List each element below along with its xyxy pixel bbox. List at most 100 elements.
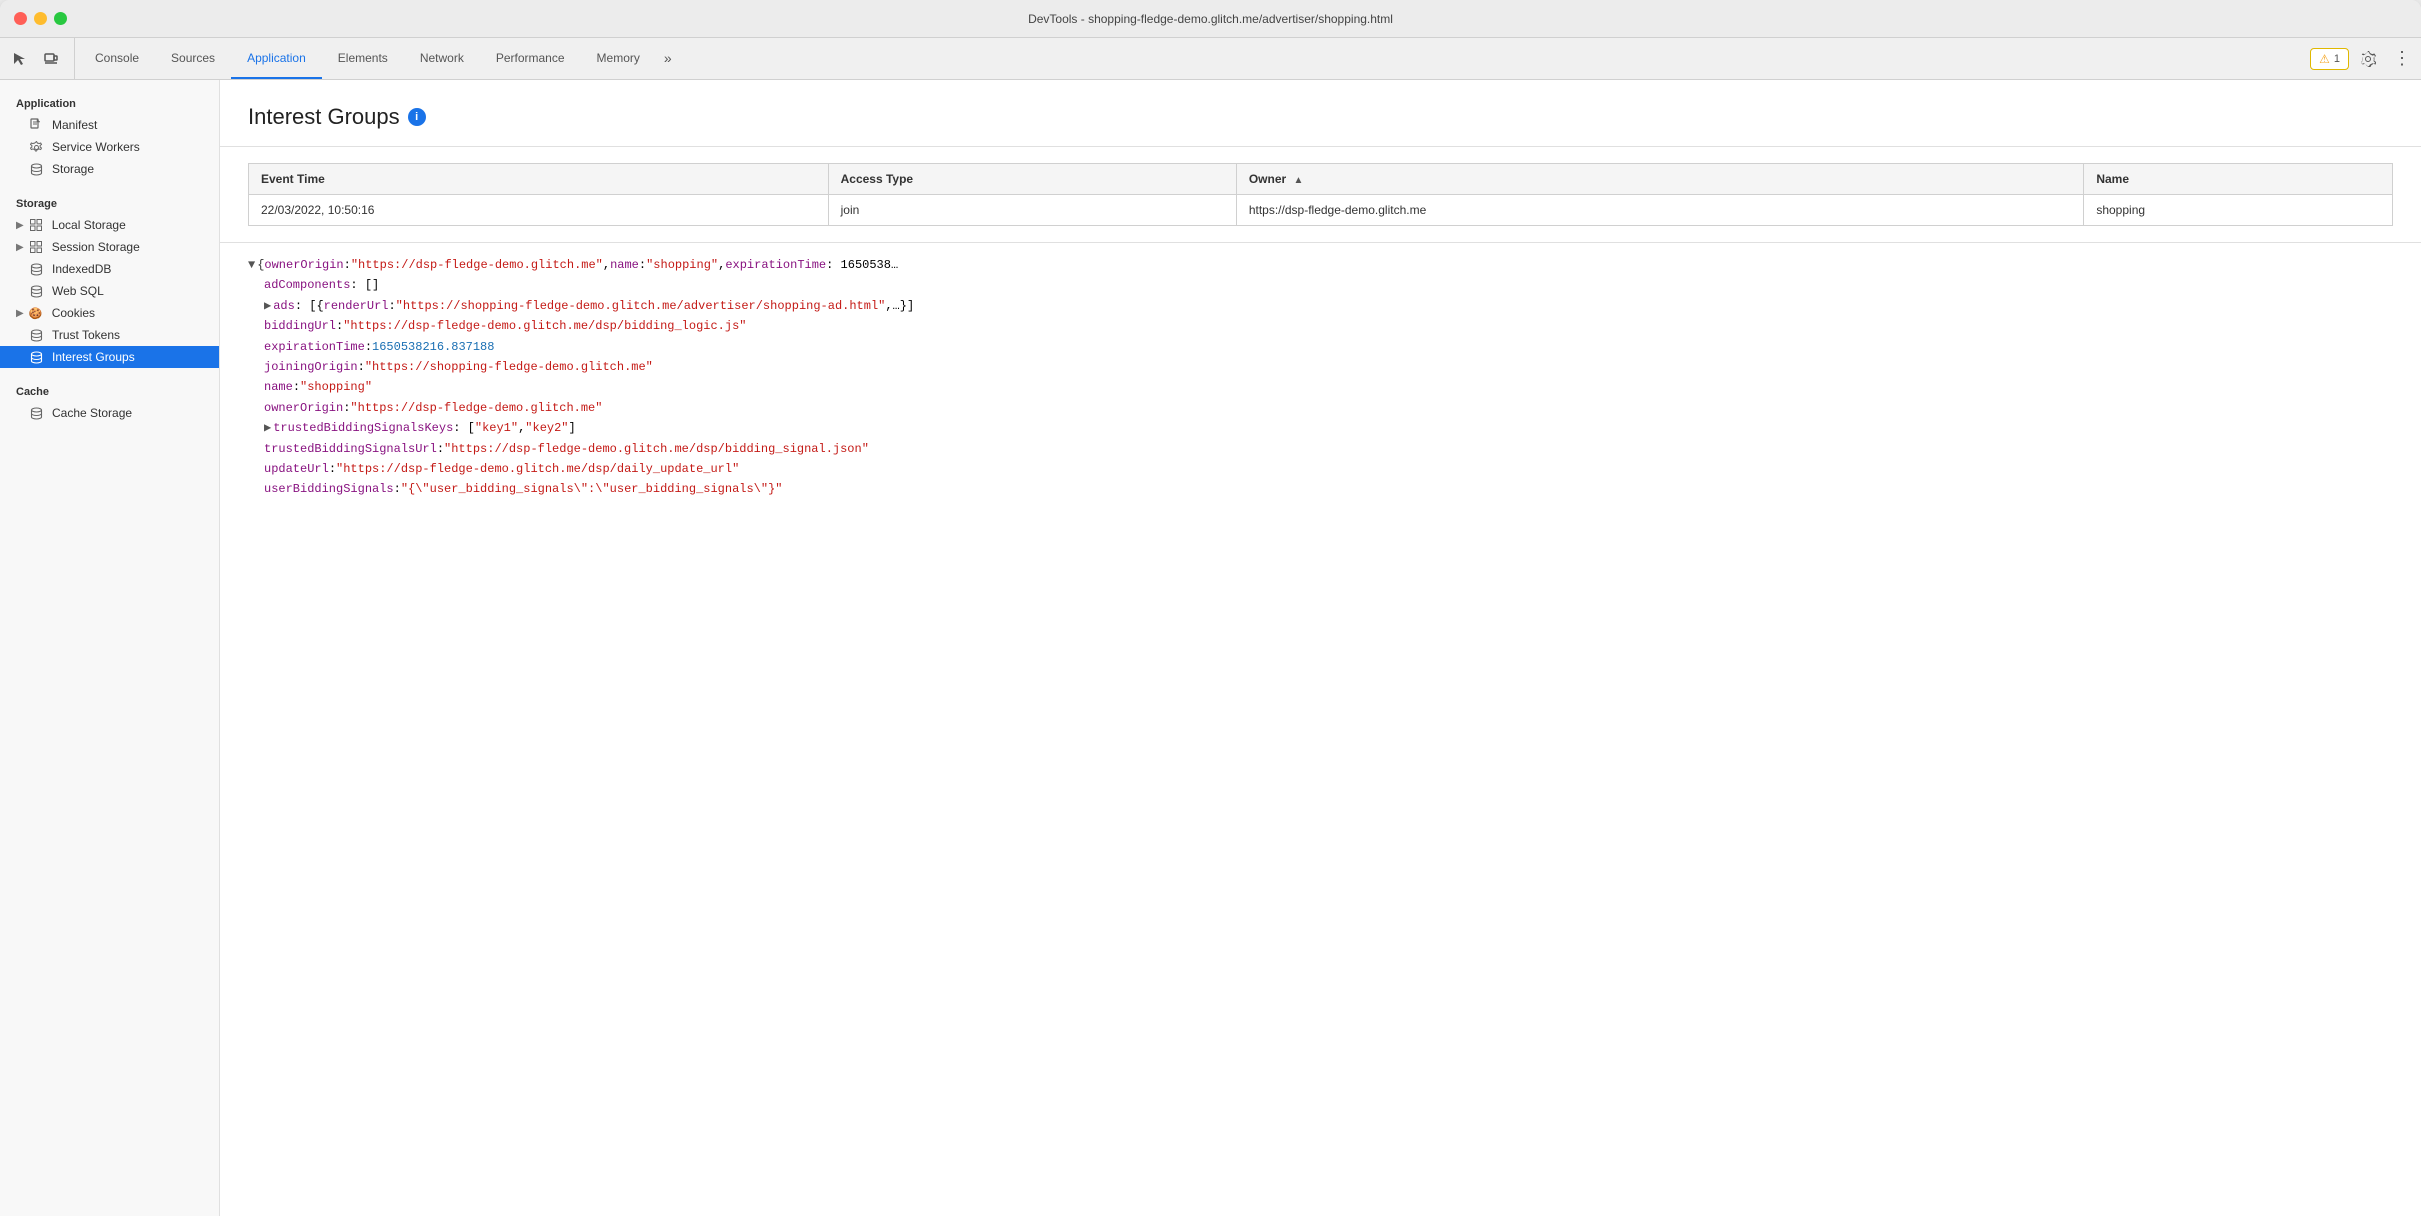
json-line-updateUrl: updateUrl : "https://dsp-fledge-demo.gli…: [248, 459, 2393, 479]
sidebar-section-application: Application: [0, 88, 219, 114]
sidebar-item-interest-groups[interactable]: Interest Groups: [0, 346, 219, 368]
json-toggle-1[interactable]: ▼: [248, 255, 255, 275]
col-access-type[interactable]: Access Type: [828, 164, 1236, 195]
sidebar-item-service-workers[interactable]: Service Workers: [0, 136, 219, 158]
table-row[interactable]: 22/03/2022, 10:50:16 join https://dsp-fl…: [249, 195, 2393, 226]
tab-performance[interactable]: Performance: [480, 38, 581, 79]
json-line-1: ▼ { ownerOrigin : "https://dsp-fledge-de…: [248, 255, 2393, 275]
tab-network[interactable]: Network: [404, 38, 480, 79]
more-menu-button[interactable]: ⋮: [2387, 44, 2417, 74]
title-bar: DevTools - shopping-fledge-demo.glitch.m…: [0, 0, 2421, 38]
sidebar-item-interest-groups-label: Interest Groups: [52, 350, 203, 364]
sidebar-item-web-sql-label: Web SQL: [52, 284, 203, 298]
cell-owner: https://dsp-fledge-demo.glitch.me: [1236, 195, 2084, 226]
toolbar: Console Sources Application Elements Net…: [0, 38, 2421, 80]
ig-table: Event Time Access Type Owner ▲ Name 22/0…: [248, 163, 2393, 226]
sidebar-item-cookies[interactable]: ▶ 🍪 Cookies: [0, 302, 219, 324]
sort-arrow-icon: ▲: [1294, 175, 1304, 186]
json-line-ownerOrigin: ownerOrigin : "https://dsp-fledge-demo.g…: [248, 398, 2393, 418]
cookie-icon: 🍪: [28, 307, 44, 320]
close-button[interactable]: [14, 12, 27, 25]
json-toggle-tbsk[interactable]: ▶: [264, 418, 271, 438]
expand-arrow-icon: ▶: [16, 242, 24, 253]
col-name[interactable]: Name: [2084, 164, 2393, 195]
minimize-button[interactable]: [34, 12, 47, 25]
db-icon-5: [28, 407, 44, 420]
json-line-ads: ▶ ads : [{ renderUrl : "https://shopping…: [248, 296, 2393, 316]
json-key-adComponents: adComponents: [264, 275, 350, 295]
json-key-userBiddingSignals: userBiddingSignals: [264, 479, 394, 499]
tab-elements[interactable]: Elements: [322, 38, 404, 79]
json-line-joiningOrigin: joiningOrigin : "https://shopping-fledge…: [248, 357, 2393, 377]
file-icon: [28, 118, 44, 132]
json-line-trustedBiddingSignalsKeys: ▶ trustedBiddingSignalsKeys : [ "key1" ,…: [248, 418, 2393, 438]
tab-memory[interactable]: Memory: [581, 38, 656, 79]
settings-button[interactable]: [2353, 44, 2383, 74]
cell-access-type: join: [828, 195, 1236, 226]
json-val-joiningOrigin: "https://shopping-fledge-demo.glitch.me": [365, 357, 653, 377]
json-val-updateUrl: "https://dsp-fledge-demo.glitch.me/dsp/d…: [336, 459, 739, 479]
sidebar-item-cache-storage[interactable]: Cache Storage: [0, 402, 219, 424]
json-val-biddingUrl: "https://dsp-fledge-demo.glitch.me/dsp/b…: [343, 316, 746, 336]
toolbar-nav-icons: [4, 38, 75, 79]
json-toggle-ads[interactable]: ▶: [264, 296, 271, 316]
json-key-ownerOrigin2: ownerOrigin: [264, 398, 343, 418]
db-icon-2: [28, 263, 44, 276]
info-icon[interactable]: i: [408, 108, 426, 126]
sidebar-item-trust-tokens-label: Trust Tokens: [52, 328, 203, 342]
db-icon-4: [28, 329, 44, 342]
sidebar-item-local-storage[interactable]: ▶ Local Storage: [0, 214, 219, 236]
json-key-expirationTime: expirationTime: [264, 337, 365, 357]
json-line-biddingUrl: biddingUrl : "https://dsp-fledge-demo.gl…: [248, 316, 2393, 336]
json-line-userBiddingSignals: userBiddingSignals : "{\"user_bidding_si…: [248, 479, 2393, 499]
tab-sources[interactable]: Sources: [155, 38, 231, 79]
warning-icon: ⚠: [2319, 52, 2330, 66]
sidebar-item-storage-app[interactable]: Storage: [0, 158, 219, 180]
sidebar-item-manifest-label: Manifest: [52, 118, 203, 132]
json-key-ads: ads: [273, 296, 295, 316]
grid-icon: [28, 219, 44, 231]
inspect-icon[interactable]: [4, 44, 34, 74]
json-key-updateUrl: updateUrl: [264, 459, 329, 479]
tab-console[interactable]: Console: [79, 38, 155, 79]
window-controls: [14, 12, 67, 25]
db-icon: [28, 163, 44, 176]
json-key-ownerOrigin: ownerOrigin: [264, 255, 343, 275]
sidebar-item-indexeddb[interactable]: IndexedDB: [0, 258, 219, 280]
sidebar-item-session-storage[interactable]: ▶ Session Storage: [0, 236, 219, 258]
ig-header: Interest Groups i: [220, 80, 2421, 147]
sidebar-item-trust-tokens[interactable]: Trust Tokens: [0, 324, 219, 346]
sidebar-item-cookies-label: Cookies: [52, 306, 203, 320]
json-key-trustedBiddingSignalsKeys: trustedBiddingSignalsKeys: [273, 418, 453, 438]
device-icon[interactable]: [36, 44, 66, 74]
json-key-trustedBiddingSignalsUrl: trustedBiddingSignalsUrl: [264, 439, 437, 459]
json-line-ad-components: adComponents : []: [248, 275, 2393, 295]
db-icon-3: [28, 285, 44, 298]
json-key-joiningOrigin: joiningOrigin: [264, 357, 358, 377]
main-layout: Application Manifest Service Workers Sto…: [0, 80, 2421, 1216]
expand-arrow-icon: ▶: [16, 220, 24, 231]
tab-application[interactable]: Application: [231, 38, 322, 79]
col-event-time[interactable]: Event Time: [249, 164, 829, 195]
sidebar-item-web-sql[interactable]: Web SQL: [0, 280, 219, 302]
cell-event-time: 22/03/2022, 10:50:16: [249, 195, 829, 226]
toolbar-tabs: Console Sources Application Elements Net…: [79, 38, 2310, 79]
cell-name: shopping: [2084, 195, 2393, 226]
json-val-name: "shopping": [300, 377, 372, 397]
col-owner[interactable]: Owner ▲: [1236, 164, 2084, 195]
sidebar-item-service-workers-label: Service Workers: [52, 140, 203, 154]
db-icon-active: [28, 351, 44, 364]
json-panel: ▼ { ownerOrigin : "https://dsp-fledge-de…: [220, 243, 2421, 512]
sidebar-item-manifest[interactable]: Manifest: [0, 114, 219, 136]
tab-more[interactable]: »: [656, 38, 680, 79]
warning-badge[interactable]: ⚠ 1: [2310, 48, 2349, 70]
sidebar-item-cache-storage-label: Cache Storage: [52, 406, 203, 420]
json-key-name: name: [264, 377, 293, 397]
sidebar: Application Manifest Service Workers Sto…: [0, 80, 220, 1216]
json-val-userBiddingSignals: "{\"user_bidding_signals\":\"user_biddin…: [401, 479, 783, 499]
content-area: Interest Groups i Event Time Access Type…: [220, 80, 2421, 1216]
maximize-button[interactable]: [54, 12, 67, 25]
json-key-biddingUrl: biddingUrl: [264, 316, 336, 336]
sidebar-item-local-storage-label: Local Storage: [52, 218, 203, 232]
ig-title: Interest Groups: [248, 104, 400, 130]
